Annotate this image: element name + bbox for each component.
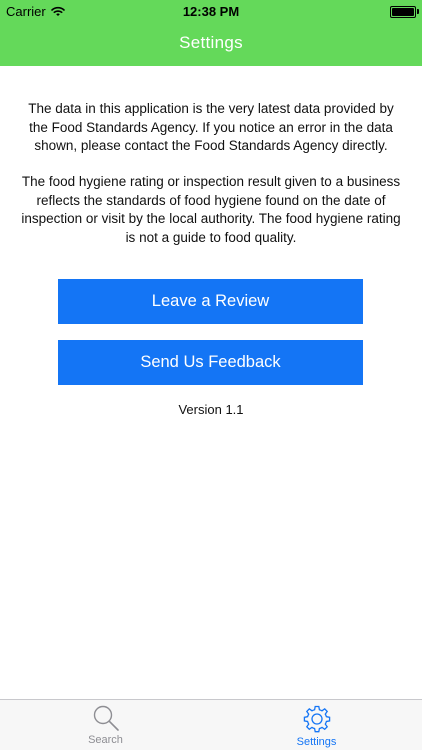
battery-nub [417,9,419,14]
status-bar: Carrier 12:38 PM [0,0,422,22]
tab-settings-label: Settings [296,736,337,748]
rating-disclaimer-text: The food hygiene rating or inspection re… [21,174,401,245]
data-disclaimer-text: The data in this application is the very… [28,101,394,153]
leave-review-button[interactable]: Leave a Review [58,279,363,324]
status-time: 12:38 PM [182,4,240,19]
search-icon [93,705,119,731]
page-title: Settings [179,33,243,52]
send-feedback-button[interactable]: Send Us Feedback [58,340,363,385]
version-label: Version 1.1 [178,402,244,417]
battery-icon [390,6,416,18]
tab-search[interactable]: Search [0,700,211,750]
tab-bar: Search Settings [0,699,422,750]
tab-settings[interactable]: Settings [211,700,422,750]
navigation-header: Carrier 12:38 PM Settings [0,0,422,66]
gear-icon [303,705,330,733]
tab-search-label: Search [88,734,123,746]
